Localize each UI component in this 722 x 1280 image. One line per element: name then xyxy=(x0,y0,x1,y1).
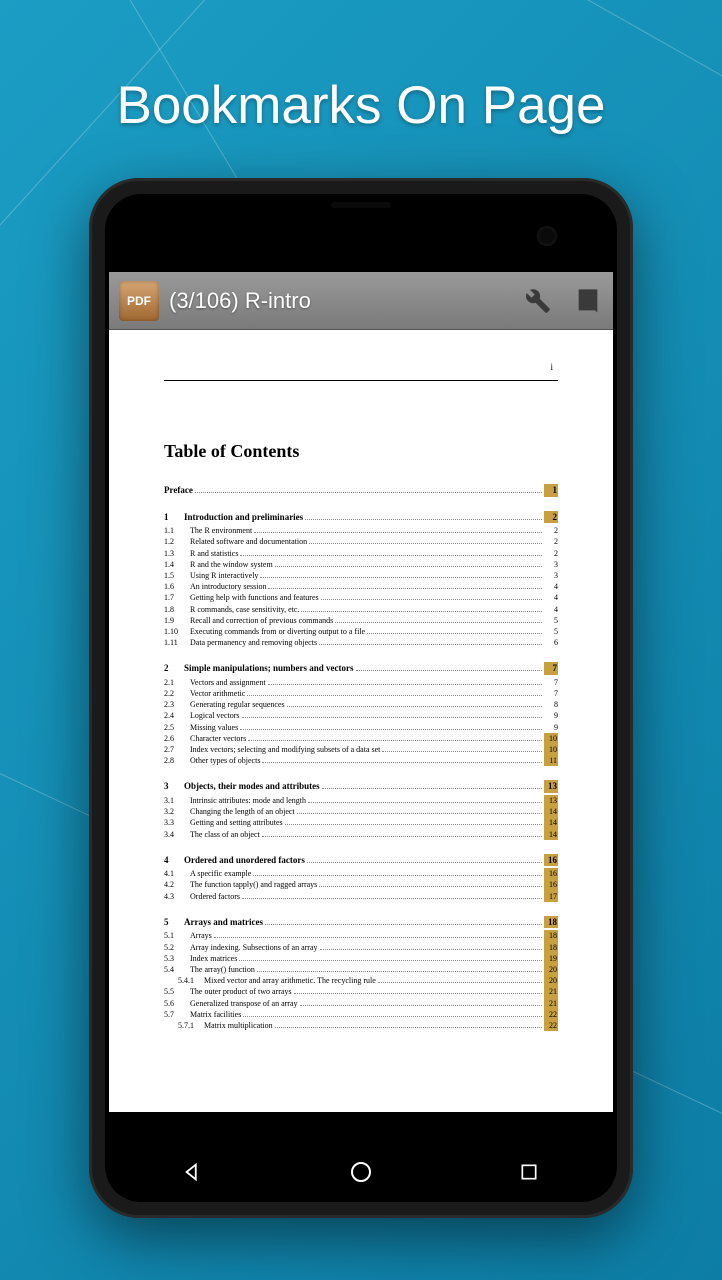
toc-entry[interactable]: 2 Simple manipulations; numbers and vect… xyxy=(164,662,558,675)
phone-speaker xyxy=(331,202,391,208)
toc-entry[interactable]: 5.7.1 Matrix multiplication 22 xyxy=(164,1020,558,1031)
toc-chapter: 5 Arrays and matrices 18 5.1 Arrays 18 5… xyxy=(164,916,558,1031)
toc-entry[interactable]: 2.7 Index vectors; selecting and modifyi… xyxy=(164,744,558,755)
toc-preface: Preface 1 xyxy=(164,484,558,497)
app-screen: PDF (3/106) R-intro i Table of Contents xyxy=(109,272,613,1112)
toc-entry[interactable]: 1.5 Using R interactively 3 xyxy=(164,570,558,581)
toc-entry[interactable]: 5.6 Generalized transpose of an array 21 xyxy=(164,998,558,1009)
android-nav-bar xyxy=(109,1142,613,1202)
pdf-page[interactable]: i Table of Contents Preface 1 1 Introduc… xyxy=(109,330,613,1065)
toc-entry[interactable]: 4.2 The function tapply() and ragged arr… xyxy=(164,879,558,890)
toc-entry[interactable]: 1.10 Executing commands from or divertin… xyxy=(164,626,558,637)
toc-entry[interactable]: 1.11 Data permanency and removing object… xyxy=(164,637,558,648)
toc-chapter: 2 Simple manipulations; numbers and vect… xyxy=(164,662,558,766)
bookmark-icon[interactable] xyxy=(573,286,603,316)
toc-entry[interactable]: 2.3 Generating regular sequences 8 xyxy=(164,699,558,710)
toc-entry[interactable]: 3.1 Intrinsic attributes: mode and lengt… xyxy=(164,795,558,806)
toc-entry[interactable]: 2.5 Missing values 9 xyxy=(164,722,558,733)
toc-chapter: 1 Introduction and preliminaries 2 1.1 T… xyxy=(164,511,558,649)
toc-preface-label[interactable]: Preface xyxy=(164,484,193,497)
toc-entry[interactable]: 1.4 R and the window system 3 xyxy=(164,559,558,570)
toc-entry[interactable]: 1.3 R and statistics 2 xyxy=(164,548,558,559)
page-rule xyxy=(164,380,558,381)
tools-icon[interactable] xyxy=(523,286,553,316)
toc-chapter: 3 Objects, their modes and attributes 13… xyxy=(164,780,558,839)
toc-entry[interactable]: 3.2 Changing the length of an object 14 xyxy=(164,806,558,817)
toc-entry[interactable]: 5.7 Matrix facilities 22 xyxy=(164,1009,558,1020)
toc-preface-page[interactable]: 1 xyxy=(544,484,558,497)
toc-title: Table of Contents xyxy=(164,441,558,462)
toc-entry[interactable]: 2.2 Vector arithmetic 7 xyxy=(164,688,558,699)
toc-entry[interactable]: 5.1 Arrays 18 xyxy=(164,930,558,941)
toc-entry[interactable]: 5.3 Index matrices 19 xyxy=(164,953,558,964)
app-bar: PDF (3/106) R-intro xyxy=(109,272,613,330)
toc-entry[interactable]: 1 Introduction and preliminaries 2 xyxy=(164,511,558,524)
phone-frame: PDF (3/106) R-intro i Table of Contents xyxy=(89,178,633,1218)
toc-entry[interactable]: 1.1 The R environment 2 xyxy=(164,525,558,536)
home-button[interactable] xyxy=(341,1152,381,1192)
toc-entry[interactable]: 4 Ordered and unordered factors 16 xyxy=(164,854,558,867)
pdf-book-icon[interactable]: PDF xyxy=(119,281,159,321)
toc-entry[interactable]: 3.3 Getting and setting attributes 14 xyxy=(164,817,558,828)
toc-chapter: 4 Ordered and unordered factors 16 4.1 A… xyxy=(164,854,558,902)
toc-entry[interactable]: 1.8 R commands, case sensitivity, etc. 4 xyxy=(164,604,558,615)
toc-entry[interactable]: 1.2 Related software and documentation 2 xyxy=(164,536,558,547)
promo-headline: Bookmarks On Page xyxy=(0,75,722,136)
toc-entry[interactable]: 1.7 Getting help with functions and feat… xyxy=(164,592,558,603)
toc-entry[interactable]: 5 Arrays and matrices 18 xyxy=(164,916,558,929)
phone-camera xyxy=(537,226,557,246)
toc-entry[interactable]: 2.8 Other types of objects 11 xyxy=(164,755,558,766)
toc-entry[interactable]: 4.3 Ordered factors 17 xyxy=(164,891,558,902)
toc-entry[interactable]: 5.4.1 Mixed vector and array arithmetic.… xyxy=(164,975,558,986)
toc-entry[interactable]: 5.5 The outer product of two arrays 21 xyxy=(164,986,558,997)
page-number-roman: i xyxy=(550,362,553,372)
back-button[interactable] xyxy=(173,1152,213,1192)
toc-entry[interactable]: 1.6 An introductory session 4 xyxy=(164,581,558,592)
toc-entry[interactable]: 3.4 The class of an object 14 xyxy=(164,829,558,840)
toc-entry[interactable]: 5.4 The array() function 20 xyxy=(164,964,558,975)
toc-entry[interactable]: 2.6 Character vectors 10 xyxy=(164,733,558,744)
app-title: (3/106) R-intro xyxy=(169,288,503,314)
toc-entry[interactable]: 2.4 Logical vectors 9 xyxy=(164,710,558,721)
toc-entry[interactable]: 1.9 Recall and correction of previous co… xyxy=(164,615,558,626)
toc-entry[interactable]: 2.1 Vectors and assignment 7 xyxy=(164,677,558,688)
recent-apps-button[interactable] xyxy=(509,1152,549,1192)
toc-entry[interactable]: 3 Objects, their modes and attributes 13 xyxy=(164,780,558,793)
toc-entry[interactable]: 5.2 Array indexing. Subsections of an ar… xyxy=(164,942,558,953)
toc-entry[interactable]: 4.1 A specific example 16 xyxy=(164,868,558,879)
